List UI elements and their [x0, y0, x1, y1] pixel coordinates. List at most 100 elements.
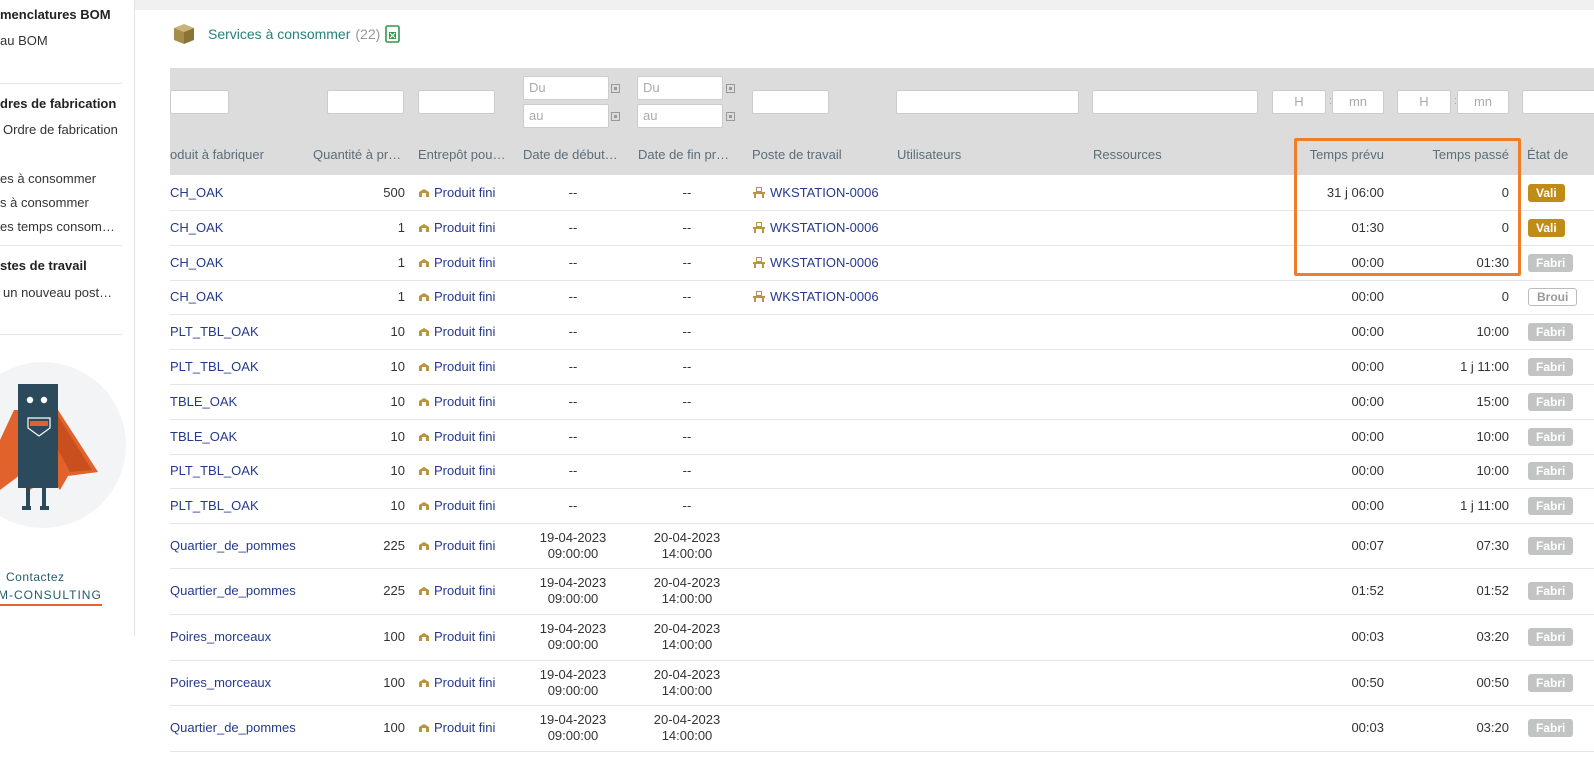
- end-time: 14:00:00: [661, 728, 713, 743]
- warehouse-link[interactable]: Produit fini: [418, 255, 495, 270]
- column-workstation[interactable]: Poste de travail: [752, 147, 882, 162]
- sidebar-item-new-bom[interactable]: au BOM: [0, 33, 48, 48]
- warehouse-link[interactable]: Produit fini: [418, 675, 495, 690]
- calendar-icon[interactable]: [611, 112, 620, 121]
- status-badge: Vali: [1528, 219, 1565, 237]
- start-date: 19-04-2023: [539, 530, 607, 545]
- sidebar-item-new-mo[interactable]: Ordre de fabrication: [3, 122, 118, 137]
- export-spreadsheet-icon[interactable]: [384, 25, 402, 43]
- table-row: Poires_morceaux 100 Produit fini 19-04-2023…: [170, 660, 1594, 706]
- filter-status-select[interactable]: [1522, 90, 1594, 114]
- warehouse-link[interactable]: Produit fini: [418, 720, 495, 735]
- sidebar-section-workstations[interactable]: stes de travail: [0, 258, 87, 273]
- warehouse-link[interactable]: Produit fini: [418, 289, 495, 304]
- warehouse-link[interactable]: Produit fini: [418, 538, 495, 553]
- time-spent-value: 07:30: [1476, 538, 1509, 553]
- product-link[interactable]: PLT_TBL_OAK: [170, 498, 259, 513]
- workstation-link[interactable]: WKSTATION-0006: [752, 289, 879, 304]
- warehouse-link[interactable]: Produit fini: [418, 583, 495, 598]
- warehouse-link[interactable]: Produit fini: [418, 324, 495, 339]
- workstation-link[interactable]: WKSTATION-0006: [752, 185, 879, 200]
- sidebar-item-time-consumed[interactable]: es temps consom…: [0, 219, 115, 234]
- product-link[interactable]: CH_OAK: [170, 220, 223, 235]
- product-link[interactable]: CH_OAK: [170, 185, 223, 200]
- column-resources[interactable]: Ressources: [1093, 147, 1223, 162]
- warehouse-link[interactable]: Produit fini: [418, 394, 495, 409]
- warehouse-icon: [419, 724, 429, 732]
- warehouse-icon: [419, 542, 429, 550]
- column-users[interactable]: Utilisateurs: [897, 147, 1027, 162]
- product-link[interactable]: TBLE_OAK: [170, 394, 237, 409]
- warehouse-link[interactable]: Produit fini: [418, 185, 495, 200]
- sidebar-section-manufacturing-orders[interactable]: dres de fabrication: [0, 96, 116, 111]
- planned-time-value: 00:03: [1351, 720, 1384, 735]
- start-date-value: 19-04-2023 09:00:00: [523, 575, 623, 607]
- filter-end-date-from[interactable]: Du: [637, 76, 723, 100]
- filter-start-date-to[interactable]: au: [523, 104, 609, 128]
- warehouse-link[interactable]: Produit fini: [418, 498, 495, 513]
- column-product[interactable]: oduit à fabriquer: [170, 147, 310, 162]
- start-date-value: --: [568, 429, 578, 444]
- product-link[interactable]: Poires_morceaux: [170, 675, 271, 690]
- filter-resources-input[interactable]: [1092, 90, 1258, 114]
- column-status[interactable]: État de: [1527, 147, 1594, 162]
- quantity-value: 225: [383, 583, 405, 598]
- column-start-date[interactable]: Date de début…: [523, 147, 623, 162]
- sidebar-item-products-to-consume[interactable]: es à consommer: [0, 171, 96, 186]
- contact-label[interactable]: Contactez: [6, 570, 65, 584]
- warehouse-link[interactable]: Produit fini: [418, 429, 495, 444]
- quantity-value: 1: [397, 289, 405, 304]
- filter-planned-hours[interactable]: H: [1272, 90, 1326, 114]
- filter-spent-hours[interactable]: H: [1397, 90, 1451, 114]
- column-end-date[interactable]: Date de fin pr…: [638, 147, 738, 162]
- column-quantity[interactable]: Quantité à pr…: [313, 147, 405, 162]
- warehouse-link[interactable]: Produit fini: [418, 220, 495, 235]
- filter-warehouse-input[interactable]: [418, 90, 495, 114]
- top-bar: [135, 0, 1594, 10]
- contact-company-link[interactable]: M-CONSULTING: [0, 588, 102, 602]
- product-link[interactable]: CH_OAK: [170, 255, 223, 270]
- workstation-link[interactable]: WKSTATION-0006: [752, 255, 879, 270]
- sidebar-section-bom[interactable]: menclatures BOM: [0, 7, 111, 22]
- workstation-icon: [753, 187, 765, 198]
- end-date-value: --: [682, 324, 692, 339]
- warehouse-link[interactable]: Produit fini: [418, 463, 495, 478]
- start-date: 19-04-2023: [539, 667, 607, 682]
- filter-planned-minutes[interactable]: mn: [1332, 90, 1384, 114]
- product-link[interactable]: Quartier_de_pommes: [170, 583, 296, 598]
- planned-time-value: 00:00: [1351, 463, 1384, 478]
- end-time: 14:00:00: [661, 683, 713, 698]
- filter-quantity-input[interactable]: [327, 90, 404, 114]
- workstation-link[interactable]: WKSTATION-0006: [752, 220, 879, 235]
- warehouse-label: Produit fini: [434, 324, 496, 339]
- warehouse-link[interactable]: Produit fini: [418, 359, 495, 374]
- product-link[interactable]: PLT_TBL_OAK: [170, 324, 259, 339]
- product-link[interactable]: Quartier_de_pommes: [170, 720, 296, 735]
- filter-workstation-input[interactable]: [752, 90, 829, 114]
- end-time: 14:00:00: [661, 546, 713, 561]
- sidebar-item-services-to-consume[interactable]: s à consommer: [0, 195, 89, 210]
- product-link[interactable]: PLT_TBL_OAK: [170, 359, 259, 374]
- product-link[interactable]: Quartier_de_pommes: [170, 538, 296, 553]
- filter-end-date-to[interactable]: au: [637, 104, 723, 128]
- sidebar-item-new-workstation[interactable]: un nouveau post…: [3, 285, 112, 300]
- calendar-icon[interactable]: [726, 112, 735, 121]
- start-time: 09:00:00: [547, 591, 599, 606]
- product-link[interactable]: Poires_morceaux: [170, 629, 271, 644]
- filter-users-input[interactable]: [896, 90, 1079, 114]
- warehouse-link[interactable]: Produit fini: [418, 629, 495, 644]
- planned-time-value: 00:00: [1351, 324, 1384, 339]
- filter-start-date-from[interactable]: Du: [523, 76, 609, 100]
- product-link[interactable]: TBLE_OAK: [170, 429, 237, 444]
- table-row: Quartier_de_pommes 225 Produit fini 19-04-2…: [170, 523, 1594, 569]
- product-link[interactable]: CH_OAK: [170, 289, 223, 304]
- start-time: 09:00:00: [547, 728, 599, 743]
- column-warehouse[interactable]: Entrepôt pou…: [418, 147, 510, 162]
- calendar-icon[interactable]: [726, 84, 735, 93]
- calendar-icon[interactable]: [611, 84, 620, 93]
- time-spent-value: 1 j 11:00: [1460, 359, 1509, 374]
- filter-product-input[interactable]: [170, 90, 229, 114]
- product-link[interactable]: PLT_TBL_OAK: [170, 463, 259, 478]
- filter-spent-minutes[interactable]: mn: [1457, 90, 1509, 114]
- status-badge: Fabri: [1528, 462, 1574, 480]
